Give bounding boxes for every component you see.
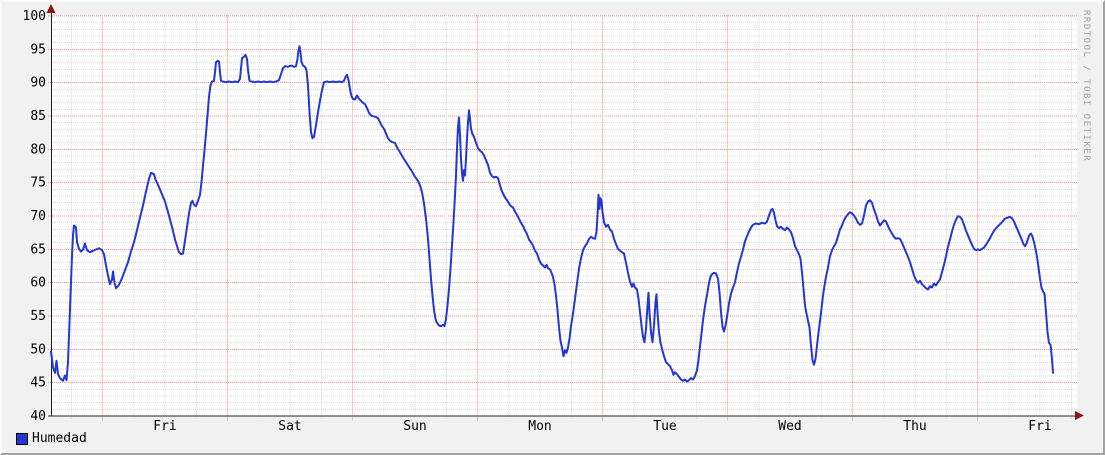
y-tick-label: 45 — [30, 376, 46, 391]
x-tick-label: Fri — [153, 419, 176, 434]
x-tick-label: Tue — [653, 419, 677, 434]
y-tick-label: 60 — [30, 276, 46, 291]
y-tick-label: 40 — [30, 409, 46, 424]
x-tick-label: Thu — [903, 419, 926, 434]
y-tick-label: 65 — [30, 242, 46, 257]
x-tick-label: Sun — [403, 419, 426, 434]
legend: Humedad — [16, 431, 87, 446]
y-tick-label: 85 — [30, 109, 46, 124]
y-tick-label: 55 — [30, 309, 46, 324]
legend-label: Humedad — [32, 431, 87, 446]
y-tick-label: 90 — [30, 76, 46, 91]
y-tick-label: 50 — [30, 342, 46, 357]
y-tick-label: 75 — [30, 176, 46, 191]
x-tick-label: Mon — [528, 419, 551, 434]
rrdtool-watermark: RRDTOOL / TOBI OETIKER — [1081, 10, 1091, 162]
x-tick-label: Fri — [1028, 419, 1051, 434]
y-tick-label: 70 — [30, 209, 46, 224]
y-tick-label: 80 — [30, 142, 46, 157]
x-tick-label: Sat — [278, 419, 301, 434]
y-tick-label: 95 — [30, 42, 46, 57]
x-axis-arrow-icon — [1075, 411, 1084, 420]
rrdtool-graph: 40 45 50 55 60 65 70 75 80 85 90 95 100 Fri Sat Sun Mon T… — [0, 0, 1105, 455]
x-tick-label: Wed — [778, 419, 801, 434]
legend-swatch-humedad — [16, 433, 28, 445]
humidity-line-chart: 40 45 50 55 60 65 70 75 80 85 90 95 100 Fri Sat Sun Mon T… — [0, 0, 1105, 455]
y-tick-label: 100 — [23, 9, 46, 24]
y-axis-arrow-icon — [47, 4, 56, 13]
